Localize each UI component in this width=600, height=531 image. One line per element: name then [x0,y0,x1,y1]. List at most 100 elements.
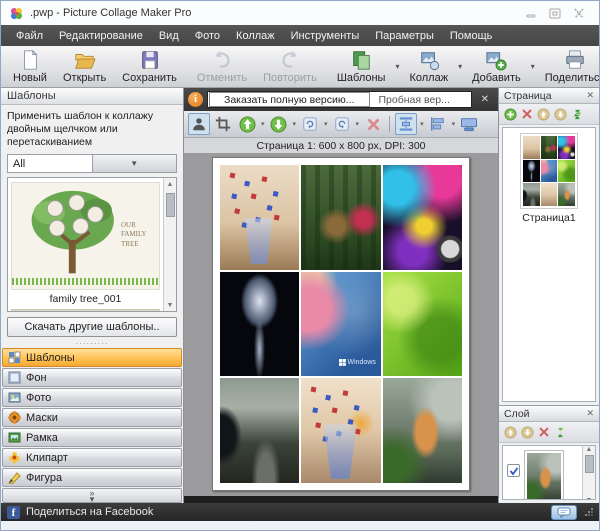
page-up-icon-disabled[interactable] [537,107,550,121]
menu-help[interactable]: Помощь [443,28,500,44]
menu-photo[interactable]: Фото [188,28,227,44]
delete-page-icon[interactable] [521,108,533,120]
layer-down-icon-disabled[interactable] [521,425,534,439]
collage-page[interactable]: Windows [212,157,470,491]
undo-button[interactable]: Отменить [189,47,255,86]
move-up-button[interactable] [236,113,258,135]
collage-tile-green-leaves[interactable] [382,271,462,377]
move-down-button[interactable] [268,113,290,135]
page-panel-close-icon[interactable]: ✕ [586,90,594,101]
collage-tile-smoke-bulb[interactable] [220,271,300,377]
add-page-icon[interactable] [504,107,517,121]
redo-button[interactable]: Повторить [255,47,325,86]
template-item-family-tree-2[interactable]: FAMILY TREE [11,309,160,311]
menu-tools[interactable]: Инструменты [284,28,367,44]
category-label: Фото [26,391,52,404]
delete-button[interactable] [362,113,384,135]
layer-up-icon-disabled[interactable] [504,425,517,439]
menu-options[interactable]: Параметры [368,28,441,44]
align-button[interactable] [427,113,449,135]
rotate-ccw-dropdown-arrow[interactable]: ▾ [355,120,361,128]
collage-tile-dice-glass[interactable] [220,165,300,270]
scroll-up-icon[interactable]: ▲ [586,446,593,453]
collage-tile-neon-car[interactable] [382,165,462,270]
delete-layer-icon[interactable] [538,426,550,438]
scroll-down-icon[interactable]: ▼ [586,497,593,499]
layer-item[interactable]: Фото [524,450,564,499]
crop-tool[interactable] [212,113,234,135]
move-up-dropdown-arrow[interactable]: ▾ [260,120,266,128]
collage-button[interactable]: Коллаж [401,47,456,86]
scrollbar-track[interactable] [584,453,594,497]
category-photo[interactable]: Фото [2,388,182,407]
download-templates-button[interactable]: Скачать другие шаблоны.. [7,317,177,337]
collage-tile-forest-road[interactable] [220,378,300,483]
page-down-icon-disabled[interactable] [554,107,567,121]
category-background[interactable]: Фон [2,368,182,387]
menu-file[interactable]: Файл [9,28,50,44]
distribute-dropdown-arrow[interactable]: ▾ [419,120,425,128]
align-dropdown-arrow[interactable]: ▾ [451,120,457,128]
fit-page-button[interactable] [458,113,480,135]
layer-visibility-checkbox[interactable] [507,464,520,477]
new-button[interactable]: Новый [5,47,55,86]
collage-tile-dice-glass-2[interactable] [301,378,381,483]
scroll-up-icon[interactable]: ▲ [167,178,174,190]
template-list-scrollbar[interactable]: ▲ ▼ [163,178,176,311]
refresh-layers-icon[interactable] [554,426,567,439]
layer-panel-close-icon[interactable]: ✕ [586,408,594,419]
category-overflow-bar[interactable]: » ▾ [2,488,182,504]
menu-collage[interactable]: Коллаж [229,28,282,44]
feedback-chat-button[interactable] [551,504,577,520]
refresh-pages-icon[interactable] [571,108,584,121]
share-button[interactable]: Поделиться [537,47,599,86]
open-button[interactable]: Открыть [55,47,114,86]
category-templates[interactable]: Шаблоны [2,348,182,367]
collage-tile-tiger[interactable] [382,378,462,483]
chat-bubble-icon [557,507,571,518]
template-item-family-tree[interactable]: OUR FAMILY TREE family tree_001 [11,182,160,309]
menu-view[interactable]: Вид [152,28,186,44]
printer-icon [566,50,584,69]
family-tree-thumbnail[interactable]: OUR FAMILY TREE [11,182,160,291]
facebook-share-link[interactable]: Поделиться на Facebook [26,506,153,518]
close-button[interactable] [573,7,585,19]
notification-close-icon[interactable]: ✕ [476,94,494,105]
save-button[interactable]: Сохранить [114,47,185,86]
collage-tile-bear-forest[interactable] [301,165,381,270]
category-frame[interactable]: Рамка [2,428,182,447]
add-button[interactable]: Добавить [464,47,529,86]
distribute-button[interactable] [395,113,418,135]
templates-dropdown-arrow[interactable]: ▾ [393,62,401,71]
scrollbar-thumb[interactable] [584,455,594,473]
move-down-dropdown-arrow[interactable]: ▾ [292,120,298,128]
scroll-down-icon[interactable]: ▼ [167,299,174,311]
rotate-cw-dropdown-arrow[interactable]: ▾ [323,120,329,128]
scrollbar-thumb[interactable] [165,193,175,218]
collage-dropdown-arrow[interactable]: ▾ [456,62,464,71]
category-masks[interactable]: Маски [2,408,182,427]
order-full-version-button[interactable]: Заказать полную версию... [209,92,370,107]
layer-thumbnail[interactable] [524,450,564,499]
rotate-cw-button[interactable] [299,113,321,135]
templates-panel-header: Шаблоны [1,88,183,105]
maximize-button[interactable] [549,8,561,19]
add-dropdown-arrow[interactable]: ▾ [529,62,537,71]
panel-splitter[interactable]: ········· [1,340,183,348]
scrollbar-track[interactable] [165,190,175,299]
layer-list-scrollbar[interactable]: ▲ ▼ [582,446,595,499]
minimize-button[interactable] [525,8,537,19]
filter-dropdown-arrow-icon[interactable]: ▼ [91,155,176,173]
category-clipart[interactable]: Клипарт [2,448,182,467]
menu-edit[interactable]: Редактирование [52,28,150,44]
template-filter-select[interactable]: All ▼ [7,154,177,174]
select-photo-tool[interactable] [188,113,210,135]
category-shape[interactable]: Фигура [2,468,182,487]
rotate-ccw-button[interactable] [331,113,353,135]
page-thumbnail[interactable] [520,133,578,209]
ribbon-template-thumbnail[interactable]: FAMILY TREE [11,309,160,311]
workspace: Windows [184,153,498,496]
collage-tile-pink-dancer[interactable]: Windows [301,271,381,377]
templates-button[interactable]: Шаблоны [329,47,394,86]
resize-grip[interactable] [585,508,593,516]
